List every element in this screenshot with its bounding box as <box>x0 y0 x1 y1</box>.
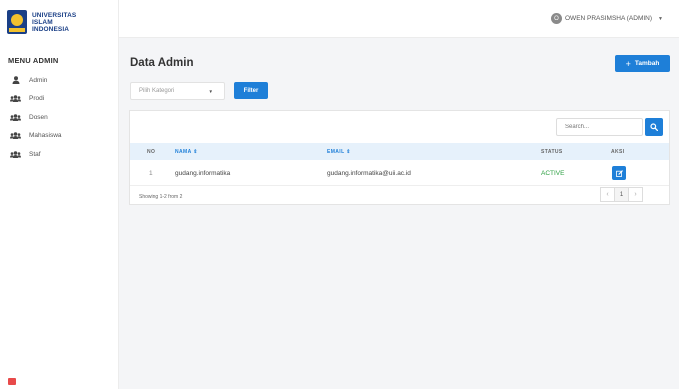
cell-email: gudang.informatika@uii.ac.id <box>327 170 411 177</box>
category-select-placeholder: Pilih Kategori <box>139 88 175 94</box>
logo-line-1: UNIVERSITAS <box>32 11 77 19</box>
page-number-button[interactable]: 1 <box>614 187 629 202</box>
sidebar-item-label: Staf <box>29 150 41 158</box>
sidebar-item-label: Prodi <box>29 95 45 103</box>
admin-table-card: NO NAMA ⇕ EMAIL ⇕ STATUS AKSI 1 gudang.i… <box>129 110 670 205</box>
page-title: Data Admin <box>130 57 194 69</box>
users-icon <box>10 150 21 158</box>
university-emblem-icon <box>7 10 27 34</box>
logo-line-3: INDONESIA <box>32 25 70 33</box>
users-icon <box>10 95 21 103</box>
search-icon <box>650 123 658 131</box>
chevron-down-icon: ▼ <box>208 89 213 94</box>
plus-icon: + <box>625 58 631 69</box>
category-select[interactable]: Pilih Kategori ▼ <box>130 82 225 100</box>
sidebar-item-staf[interactable]: Staf <box>0 145 118 164</box>
search-input[interactable] <box>556 118 643 136</box>
header-email[interactable]: EMAIL ⇕ <box>327 149 351 155</box>
sidebar-item-label: Admin <box>29 76 48 84</box>
sidebar-item-prodi[interactable]: Prodi <box>0 90 118 109</box>
search-button[interactable] <box>645 118 663 136</box>
topbar: O OWEN PRASIMSHA (ADMIN) ▼ <box>119 0 679 38</box>
header-no: NO <box>147 148 156 155</box>
showing-info: Showing 1-2 from 2 <box>139 194 183 200</box>
add-button-label: Tambah <box>634 60 660 67</box>
user-menu[interactable]: O OWEN PRASIMSHA (ADMIN) ▼ <box>551 13 663 24</box>
sidebar-item-label: Dosen <box>29 113 48 121</box>
sidebar-item-dosen[interactable]: Dosen <box>0 108 118 127</box>
user-name: OWEN PRASIMSHA (ADMIN) <box>565 15 653 22</box>
cell-nama: gudang.informatika <box>175 170 231 177</box>
header-aksi: AKSI <box>611 148 625 155</box>
menu-title: MENU ADMIN <box>8 56 59 65</box>
avatar: O <box>551 13 562 24</box>
header-nama[interactable]: NAMA ⇕ <box>175 149 198 155</box>
sidebar-item-admin[interactable]: Admin <box>0 71 118 90</box>
chevron-down-icon: ▼ <box>658 15 663 22</box>
user-icon <box>10 76 21 85</box>
add-admin-button[interactable]: + Tambah <box>615 55 670 72</box>
cell-no: 1 <box>149 170 153 177</box>
users-icon <box>10 132 21 140</box>
edit-button[interactable] <box>612 166 626 180</box>
sidebar: UNIVERSITAS ISLAM INDONESIA MENU ADMIN A… <box>0 0 119 389</box>
users-icon <box>10 113 21 121</box>
status-badge: ACTIVE <box>541 170 565 177</box>
logo-text: UNIVERSITAS ISLAM INDONESIA <box>32 12 76 33</box>
chevron-left-icon[interactable]: ‹ <box>600 187 615 202</box>
chevron-right-icon[interactable]: › <box>628 187 643 202</box>
logo-line-2: ISLAM <box>32 18 53 26</box>
sidebar-item-mahasiswa[interactable]: Mahasiswa <box>0 127 118 146</box>
filter-button[interactable]: Filter <box>234 82 268 99</box>
table-header: NO NAMA ⇕ EMAIL ⇕ STATUS AKSI <box>130 143 669 160</box>
pagination: ‹ 1 › <box>600 187 643 202</box>
university-logo[interactable]: UNIVERSITAS ISLAM INDONESIA <box>0 0 118 36</box>
sidebar-item-label: Mahasiswa <box>29 132 62 140</box>
table-row: 1 gudang.informatika gudang.informatika@… <box>130 160 669 186</box>
edit-icon <box>615 169 623 177</box>
header-status: STATUS <box>541 148 563 155</box>
feedback-icon[interactable] <box>8 378 16 385</box>
